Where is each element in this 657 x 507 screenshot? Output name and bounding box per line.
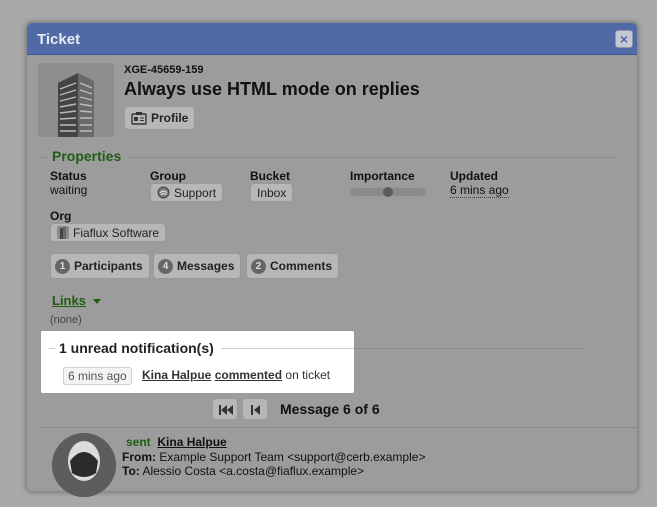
notification-panel: 1 unread notification(s) 6 mins ago Kina… <box>41 331 354 393</box>
building-icon <box>38 63 114 137</box>
group-label: Group <box>150 169 186 183</box>
group-chip[interactable]: Support <box>150 183 224 202</box>
notifications-rule <box>354 348 586 349</box>
participants-button[interactable]: 1 Participants <box>50 253 150 279</box>
message-sent-line: sent Kina Halpue <box>126 435 227 449</box>
close-icon: × <box>619 31 629 47</box>
org-value: Fiaflux Software <box>73 225 160 240</box>
previous-message-button[interactable] <box>242 398 268 420</box>
message-from-line: From: Example Support Team <support@cerb… <box>122 450 425 464</box>
step-back-icon <box>251 405 260 415</box>
message-to-line: To: Alessio Costa <a.costa@fiaflux.examp… <box>122 464 364 478</box>
close-button[interactable]: × <box>615 30 633 48</box>
properties-heading: Properties <box>52 148 122 164</box>
importance-label: Importance <box>350 169 415 183</box>
ticket-avatar <box>38 63 114 137</box>
properties-rule <box>128 157 618 158</box>
bucket-value: Inbox <box>257 185 287 200</box>
bucket-chip[interactable]: Inbox <box>250 183 294 202</box>
group-value: Support <box>174 185 217 200</box>
messages-count: 4 <box>158 258 173 274</box>
status-value: waiting <box>50 183 88 197</box>
building-small-icon <box>57 226 69 239</box>
sent-label: sent <box>126 435 151 449</box>
comments-button[interactable]: 2 Comments <box>246 253 340 279</box>
org-chip[interactable]: Fiaflux Software <box>50 223 167 242</box>
messages-label: Messages <box>177 259 235 273</box>
status-label: Status <box>50 169 87 183</box>
from-label: From: <box>122 450 156 464</box>
org-label: Org <box>50 209 72 223</box>
importance-slider[interactable] <box>350 187 426 197</box>
comments-label: Comments <box>270 259 333 273</box>
first-message-button[interactable] <box>212 398 238 420</box>
sender-link[interactable]: Kina Halpue <box>157 435 226 449</box>
participants-count: 1 <box>55 258 70 274</box>
comments-count: 2 <box>251 258 266 274</box>
from-value: Example Support Team <support@cerb.examp… <box>159 450 426 464</box>
updated-label: Updated <box>450 169 498 183</box>
ticket-subject: Always use HTML mode on replies <box>124 79 420 99</box>
to-value: Alessio Costa <a.costa@fiaflux.example> <box>142 464 365 478</box>
profile-button-label: Profile <box>151 111 189 125</box>
updated-value: 6 mins ago <box>450 183 509 198</box>
links-menu[interactable]: Links <box>52 293 86 308</box>
messages-button[interactable]: 4 Messages <box>153 253 242 279</box>
notification-text: Kina Halpue commented on ticket <box>142 368 330 382</box>
ticket-mask: XGE-45659-159 <box>124 64 204 76</box>
id-card-icon <box>131 112 147 125</box>
notification-title: 1 unread notification(s) <box>59 340 214 356</box>
notification-rule <box>221 348 354 349</box>
participants-label: Participants <box>74 259 143 273</box>
message-position: Message 6 of 6 <box>280 401 380 417</box>
profile-button[interactable]: Profile <box>124 106 196 130</box>
dialog-title: Ticket <box>37 31 81 48</box>
group-icon <box>157 186 170 199</box>
skip-back-icon <box>219 405 233 415</box>
dialog-titlebar[interactable]: Ticket × <box>27 23 637 55</box>
notification-rule-left <box>49 348 55 349</box>
person-silhouette-icon <box>52 433 116 497</box>
to-label: To: <box>122 464 140 478</box>
notification-suffix: on ticket <box>285 368 331 382</box>
links-empty: (none) <box>50 314 82 326</box>
properties-rule-left <box>40 157 48 158</box>
chevron-down-icon[interactable] <box>93 299 101 304</box>
notification-action-link[interactable]: commented <box>215 368 282 382</box>
importance-slider-handle[interactable] <box>383 187 393 197</box>
notification-actor-link[interactable]: Kina Halpue <box>142 368 211 382</box>
sender-avatar[interactable] <box>52 433 116 497</box>
bucket-label: Bucket <box>250 169 291 183</box>
notification-time: 6 mins ago <box>63 367 132 385</box>
